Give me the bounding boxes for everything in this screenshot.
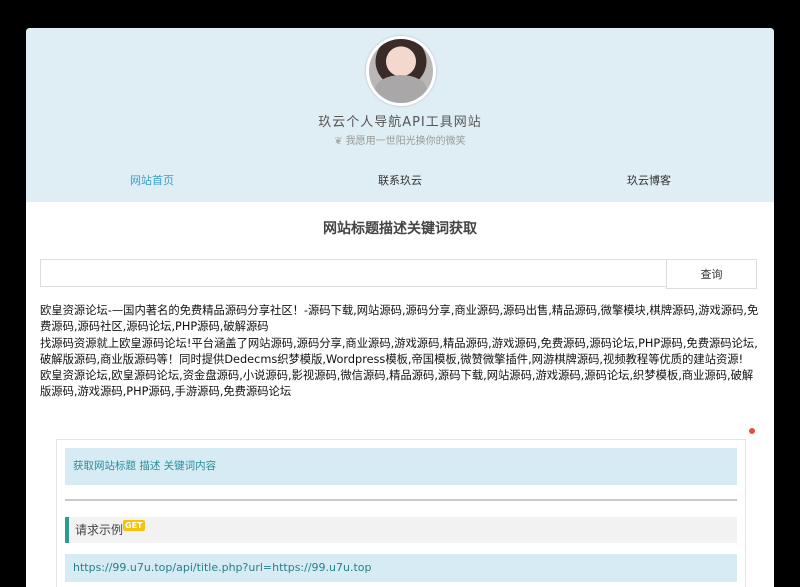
url-input[interactable] xyxy=(40,259,666,287)
result-keywords: 欧皇资源论坛,欧皇源码论坛,资金盘源码,小说源码,影视源码,微信源码,精品源码,… xyxy=(40,369,754,399)
site-motto: ❦ 我愿用一世阳光换你的微笑 xyxy=(26,132,774,147)
nav-contact[interactable]: 联系玖云 xyxy=(378,172,422,188)
site-title: 玖云个人导航API工具网站 xyxy=(318,115,482,130)
main-card: 玖云个人导航API工具网站 ❦ 我愿用一世阳光换你的微笑 网站首页 联系玖云 玖云… xyxy=(26,28,774,587)
avatar xyxy=(366,36,436,106)
divider xyxy=(65,499,737,501)
search-row: 查询 xyxy=(40,259,757,289)
request-example-label: 请求示例 xyxy=(75,523,124,537)
method-badge: GET xyxy=(123,520,145,531)
nav-home[interactable]: 网站首页 xyxy=(130,172,174,188)
main-nav: 网站首页 联系玖云 玖云博客 xyxy=(26,172,774,192)
leaf-icon: ❦ xyxy=(334,136,343,147)
result-title: 欧皇资源论坛-—国内著名的免费精品源码分享社区！-源码下载,网站源码,源码分享,… xyxy=(40,304,759,334)
doc-banner: 获取网站标题 描述 关键词内容 xyxy=(65,448,737,485)
header-hero: 玖云个人导航API工具网站 ❦ 我愿用一世阳光换你的微笑 网站首页 联系玖云 玖云… xyxy=(26,28,774,202)
result-block: 欧皇资源论坛-—国内著名的免费精品源码分享社区！-源码下载,网站源码,源码分享,… xyxy=(40,303,760,401)
query-button[interactable]: 查询 xyxy=(666,259,757,289)
motto-text: 我愿用一世阳光换你的微笑 xyxy=(345,136,466,147)
page-title: 网站标题描述关键词获取 xyxy=(323,221,477,237)
request-url[interactable]: https://99.u7u.top/api/title.php?url=htt… xyxy=(65,554,737,582)
nav-blog[interactable]: 玖云博客 xyxy=(627,172,671,188)
request-example-heading: 请求示例 GET xyxy=(65,517,737,543)
result-description: 找源码资源就上欧皇源码论坛!平台涵盖了网站源码,源码分享,商业源码,游戏源码,精… xyxy=(40,336,758,366)
api-doc-panel: 获取网站标题 描述 关键词内容 请求示例 GET https://99.u7u.t… xyxy=(56,439,746,587)
status-dot xyxy=(749,428,755,434)
